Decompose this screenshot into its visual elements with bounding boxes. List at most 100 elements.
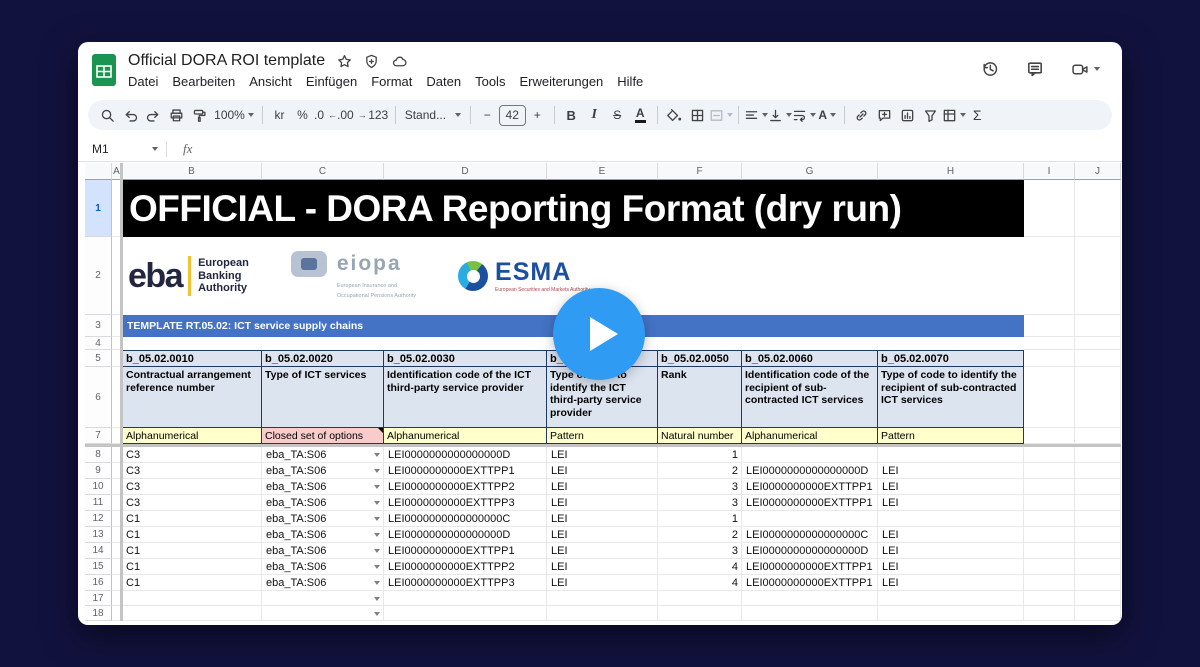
redo-icon[interactable] — [142, 103, 165, 127]
cell-I9[interactable] — [1024, 463, 1075, 479]
increase-decimal-button[interactable]: .00→ — [337, 103, 367, 127]
dropdown-icon[interactable] — [374, 485, 380, 489]
row-header-17[interactable]: 17 — [85, 591, 112, 606]
field-description-H[interactable]: Type of code to identify the recipient o… — [878, 367, 1024, 428]
field-type-D[interactable]: Alphanumerical — [384, 428, 547, 444]
cell-C14[interactable]: eba_TA:S06 — [262, 543, 384, 559]
italic-icon[interactable]: I — [583, 103, 606, 127]
cell-J12[interactable] — [1075, 511, 1121, 527]
cell-G16[interactable]: LEI0000000000EXTTPP1 — [742, 575, 878, 591]
cell-J8[interactable] — [1075, 447, 1121, 463]
row-header-8[interactable]: 8 — [85, 447, 112, 463]
cell-J18[interactable] — [1075, 606, 1121, 621]
cell-D9[interactable]: LEI0000000000EXTTPP1 — [384, 463, 547, 479]
cell-J11[interactable] — [1075, 495, 1121, 511]
cell-C15[interactable]: eba_TA:S06 — [262, 559, 384, 575]
cell-F12[interactable]: 1 — [658, 511, 742, 527]
cell-I17[interactable] — [1024, 591, 1075, 606]
column-header-I[interactable]: I — [1024, 163, 1075, 180]
cell-E18[interactable] — [547, 606, 658, 621]
font-select[interactable]: Stand... — [401, 103, 465, 127]
column-header-D[interactable]: D — [384, 163, 547, 180]
cell-B18[interactable] — [122, 606, 262, 621]
cell-D12[interactable]: LEI0000000000000000C — [384, 511, 547, 527]
row-header-16[interactable]: 16 — [85, 575, 112, 591]
cell-I16[interactable] — [1024, 575, 1075, 591]
cell-C13[interactable]: eba_TA:S06 — [262, 527, 384, 543]
dropdown-icon[interactable] — [374, 453, 380, 457]
column-header-H[interactable]: H — [878, 163, 1024, 180]
cell-B17[interactable] — [122, 591, 262, 606]
row-header-13[interactable]: 13 — [85, 527, 112, 543]
row-header-2[interactable]: 2 — [85, 237, 112, 315]
filter-icon[interactable] — [919, 103, 942, 127]
menu-einfuegen[interactable]: Einfügen — [299, 73, 364, 90]
cell-B16[interactable]: C1 — [122, 575, 262, 591]
menu-datei[interactable]: Datei — [121, 73, 165, 90]
cell-F17[interactable] — [658, 591, 742, 606]
row-header-1[interactable]: 1 — [85, 180, 112, 237]
cell-H8[interactable] — [878, 447, 1024, 463]
cell-G10[interactable]: LEI0000000000EXTTPP1 — [742, 479, 878, 495]
field-code-H[interactable]: b_05.02.0070 — [878, 350, 1024, 367]
field-code-B[interactable]: b_05.02.0010 — [122, 350, 262, 367]
cell-F14[interactable]: 3 — [658, 543, 742, 559]
sum-icon[interactable]: Σ — [966, 103, 989, 127]
cell-H13[interactable]: LEI — [878, 527, 1024, 543]
cell-E11[interactable]: LEI — [547, 495, 658, 511]
cell-E12[interactable]: LEI — [547, 511, 658, 527]
cloud-icon[interactable] — [391, 54, 408, 69]
column-header-J[interactable]: J — [1075, 163, 1121, 180]
cell-G8[interactable] — [742, 447, 878, 463]
cell-I1[interactable] — [1024, 180, 1075, 237]
cell-I5[interactable] — [1024, 350, 1075, 367]
dropdown-icon[interactable] — [374, 517, 380, 521]
cell-H14[interactable]: LEI — [878, 543, 1024, 559]
cell-I12[interactable] — [1024, 511, 1075, 527]
strikethrough-icon[interactable]: S — [606, 103, 629, 127]
cell-J3[interactable] — [1075, 315, 1121, 337]
name-box[interactable]: M1 — [92, 142, 166, 156]
cell-D8[interactable]: LEI0000000000000000D — [384, 447, 547, 463]
cell-G17[interactable] — [742, 591, 878, 606]
field-type-H[interactable]: Pattern — [878, 428, 1024, 444]
cell-I6[interactable] — [1024, 367, 1075, 428]
cell-F18[interactable] — [658, 606, 742, 621]
field-type-C[interactable]: Closed set of options — [262, 428, 384, 444]
cell-J14[interactable] — [1075, 543, 1121, 559]
undo-icon[interactable] — [119, 103, 142, 127]
cell-D14[interactable]: LEI0000000000EXTTPP1 — [384, 543, 547, 559]
menu-bearbeiten[interactable]: Bearbeiten — [165, 73, 242, 90]
cell-E10[interactable]: LEI — [547, 479, 658, 495]
merge-cells-icon[interactable] — [709, 103, 733, 127]
row-header-11[interactable]: 11 — [85, 495, 112, 511]
cell-I2[interactable] — [1024, 237, 1075, 315]
cell-F10[interactable]: 3 — [658, 479, 742, 495]
dropdown-icon[interactable] — [374, 469, 380, 473]
column-header-C[interactable]: C — [262, 163, 384, 180]
field-code-C[interactable]: b_05.02.0020 — [262, 350, 384, 367]
row-header-9[interactable]: 9 — [85, 463, 112, 479]
cell-G14[interactable]: LEI0000000000000000D — [742, 543, 878, 559]
video-call-control[interactable] — [1071, 61, 1100, 78]
cell-I11[interactable] — [1024, 495, 1075, 511]
cell-E17[interactable] — [547, 591, 658, 606]
cell-B9[interactable]: C3 — [122, 463, 262, 479]
currency-format-button[interactable]: kr — [268, 103, 291, 127]
insert-comment-icon[interactable] — [873, 103, 896, 127]
cell-B15[interactable]: C1 — [122, 559, 262, 575]
sheets-logo-icon[interactable] — [92, 54, 116, 86]
cell-E13[interactable]: LEI — [547, 527, 658, 543]
cell-D18[interactable] — [384, 606, 547, 621]
borders-icon[interactable] — [686, 103, 709, 127]
cell-G12[interactable] — [742, 511, 878, 527]
cell-I7[interactable] — [1024, 428, 1075, 444]
cell-D10[interactable]: LEI0000000000EXTTPP2 — [384, 479, 547, 495]
cell-J5[interactable] — [1075, 350, 1121, 367]
column-header-G[interactable]: G — [742, 163, 878, 180]
cell-J10[interactable] — [1075, 479, 1121, 495]
column-header-B[interactable]: B — [122, 163, 262, 180]
row-header-18[interactable]: 18 — [85, 606, 112, 621]
cell-G18[interactable] — [742, 606, 878, 621]
cell-J16[interactable] — [1075, 575, 1121, 591]
